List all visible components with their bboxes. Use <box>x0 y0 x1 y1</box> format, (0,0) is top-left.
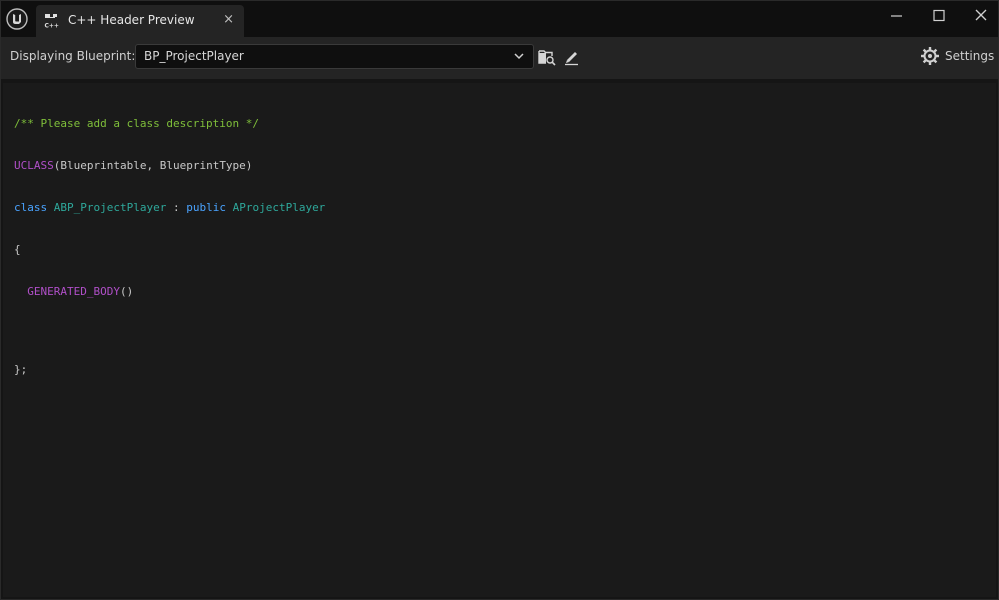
folder-search-icon[interactable] <box>538 48 556 66</box>
code-macro: UCLASS <box>14 159 54 172</box>
displaying-blueprint-label: Displaying Blueprint: <box>10 49 136 63</box>
code-args: (Blueprintable, BlueprintType) <box>53 159 253 172</box>
tab-close-button[interactable]: × <box>223 12 234 28</box>
title-bar[interactable]: C++ C++ Header Preview × <box>1 1 998 37</box>
tab-title: C++ Header Preview <box>68 13 195 27</box>
code-line: { <box>14 243 325 257</box>
minimize-button[interactable] <box>877 5 917 27</box>
unreal-engine-logo-icon[interactable] <box>6 8 28 30</box>
header-code: /** Please add a class description */ UC… <box>14 89 325 405</box>
code-keyword: class <box>14 201 48 214</box>
close-window-button[interactable] <box>961 5 999 27</box>
code-line: }; <box>14 363 325 377</box>
pencil-icon[interactable] <box>563 48 581 66</box>
svg-text:C++: C++ <box>45 23 59 30</box>
code-line: class ABP_ProjectPlayer : public AProjec… <box>14 201 325 215</box>
code-colon: : <box>166 201 187 214</box>
code-parent-class: AProjectPlayer <box>232 201 326 214</box>
code-parens: () <box>119 285 134 298</box>
tab-cpp-header-preview[interactable]: C++ C++ Header Preview × <box>36 5 244 37</box>
toolbar: Displaying Blueprint: BP_ProjectPlayer S… <box>1 37 998 79</box>
settings-label: Settings <box>945 49 995 63</box>
code-comment: /** Please add a class description */ <box>14 117 260 130</box>
selected-blueprint-value: BP_ProjectPlayer <box>144 49 244 63</box>
code-brace-open: { <box>14 243 21 256</box>
code-preview-area[interactable]: /** Please add a class description */ UC… <box>3 83 996 597</box>
cpp-header-icon: C++ <box>45 14 59 30</box>
maximize-button[interactable] <box>919 5 959 27</box>
cpp-header-preview-window: C++ C++ Header Preview × Displaying Blue… <box>0 0 999 600</box>
code-macro: GENERATED_BODY <box>27 285 120 298</box>
code-class-name: ABP_ProjectPlayer <box>53 201 167 214</box>
blueprint-dropdown[interactable]: BP_ProjectPlayer <box>135 44 534 69</box>
code-keyword: public <box>186 201 226 214</box>
chevron-down-icon <box>514 53 524 60</box>
gear-icon <box>921 47 939 65</box>
code-line: UCLASS(Blueprintable, BlueprintType) <box>14 159 325 173</box>
code-brace-close: }; <box>14 363 28 376</box>
code-line: GENERATED_BODY() <box>14 285 325 299</box>
code-line: /** Please add a class description */ <box>14 117 325 131</box>
